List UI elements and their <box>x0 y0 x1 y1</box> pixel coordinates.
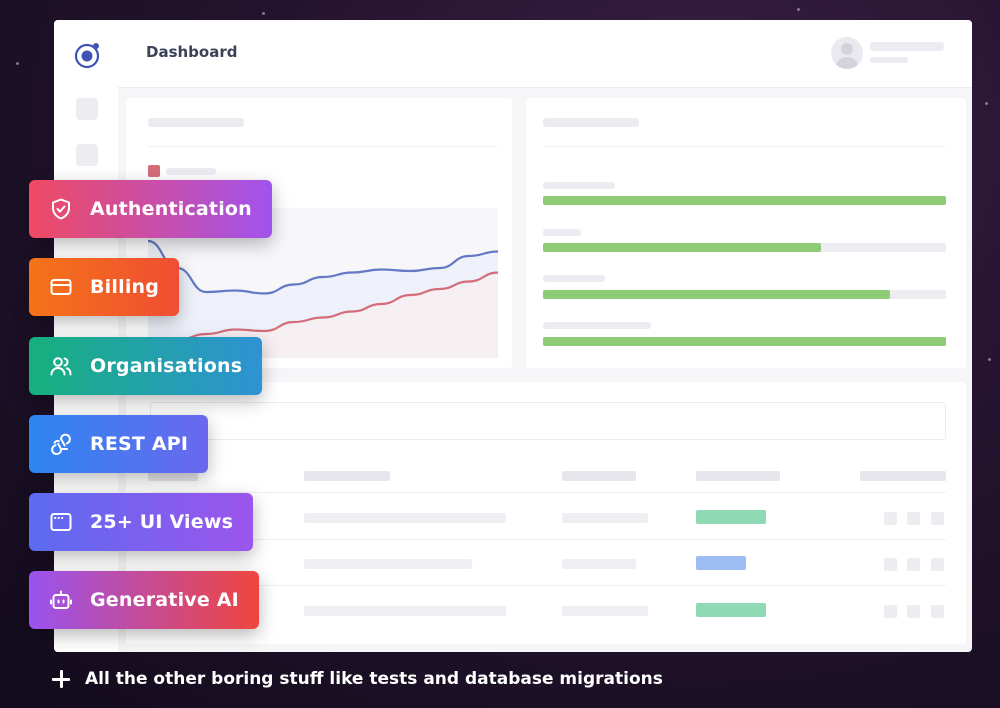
row-action-button[interactable] <box>931 512 944 525</box>
star-decoration <box>988 358 991 361</box>
sidebar-nav-item[interactable] <box>76 98 98 120</box>
row-action-button[interactable] <box>907 605 920 618</box>
feature-pill-generative-ai: Generative AI <box>29 571 259 629</box>
progress-bar <box>543 290 946 299</box>
progress-label-placeholder <box>543 182 615 189</box>
table-cell <box>304 513 506 523</box>
table-cell <box>304 606 506 616</box>
table-cell <box>562 513 648 523</box>
progress-bar-fill <box>543 243 822 252</box>
progress-bar-fill <box>543 337 946 346</box>
progress-label-placeholder <box>543 229 581 236</box>
row-action-button[interactable] <box>931 605 944 618</box>
row-action-button[interactable] <box>907 512 920 525</box>
column-header <box>304 471 390 481</box>
table-cell <box>562 559 636 569</box>
feature-pill-organisations: Organisations <box>29 337 263 395</box>
progress-bar <box>543 196 946 205</box>
user-role-placeholder <box>870 57 908 63</box>
table-cell <box>562 606 648 616</box>
feature-label: 25+ UI Views <box>90 511 234 533</box>
row-action-button[interactable] <box>907 558 920 571</box>
progress-bar <box>543 243 946 252</box>
status-badge <box>696 603 766 617</box>
star-decoration <box>797 8 800 11</box>
star-decoration <box>16 62 19 65</box>
progress-bar-fill <box>543 290 890 299</box>
robot-icon <box>50 590 72 609</box>
status-badge <box>696 556 746 570</box>
row-action-button[interactable] <box>931 558 944 571</box>
shield-check-icon <box>52 198 70 220</box>
users-icon <box>50 357 72 376</box>
table-divider <box>150 585 946 586</box>
sidebar-nav-item[interactable] <box>76 144 98 166</box>
progress-label-placeholder <box>543 322 651 329</box>
sidebar <box>54 20 118 652</box>
star-decoration <box>985 102 988 105</box>
row-action-button[interactable] <box>884 605 897 618</box>
footer-text: All the other boring stuff like tests an… <box>85 669 663 689</box>
card-divider <box>543 146 946 147</box>
user-name-placeholder <box>870 42 944 51</box>
top-bar: Dashboard <box>118 20 972 88</box>
table-cell <box>304 559 472 569</box>
column-header <box>696 471 780 481</box>
progress-card <box>526 98 966 368</box>
progress-bar <box>543 337 946 346</box>
window-icon <box>50 513 72 531</box>
status-badge <box>696 510 766 524</box>
table-divider <box>150 539 946 540</box>
feature-label: Organisations <box>90 355 243 377</box>
column-header <box>562 471 636 481</box>
progress-label-placeholder <box>543 275 605 282</box>
plus-icon <box>50 668 72 690</box>
credit-card-icon <box>50 279 72 295</box>
feature-pill-rest-api: REST API <box>29 415 209 473</box>
row-action-button[interactable] <box>884 512 897 525</box>
star-decoration <box>262 12 265 15</box>
column-header <box>860 471 946 481</box>
atom-logo-icon[interactable] <box>72 40 102 70</box>
dashboard-window: Dashboard <box>54 20 972 652</box>
feature-pill-billing: Billing <box>29 258 180 316</box>
card-title-placeholder <box>543 118 639 127</box>
page-title: Dashboard <box>146 43 238 61</box>
user-avatar-icon[interactable] <box>831 37 863 69</box>
feature-label: Generative AI <box>90 589 239 611</box>
feature-label: Billing <box>90 276 160 298</box>
feature-pill-ui-views: 25+ UI Views <box>29 493 254 551</box>
row-action-button[interactable] <box>884 558 897 571</box>
table-divider <box>150 492 946 493</box>
progress-bar-fill <box>543 196 946 205</box>
feature-label: REST API <box>90 433 189 455</box>
feature-pill-authentication: Authentication <box>29 180 272 238</box>
search-input[interactable] <box>150 402 946 440</box>
feature-label: Authentication <box>90 198 252 220</box>
footer-note: All the other boring stuff like tests an… <box>50 668 663 690</box>
webhook-icon <box>51 433 71 456</box>
